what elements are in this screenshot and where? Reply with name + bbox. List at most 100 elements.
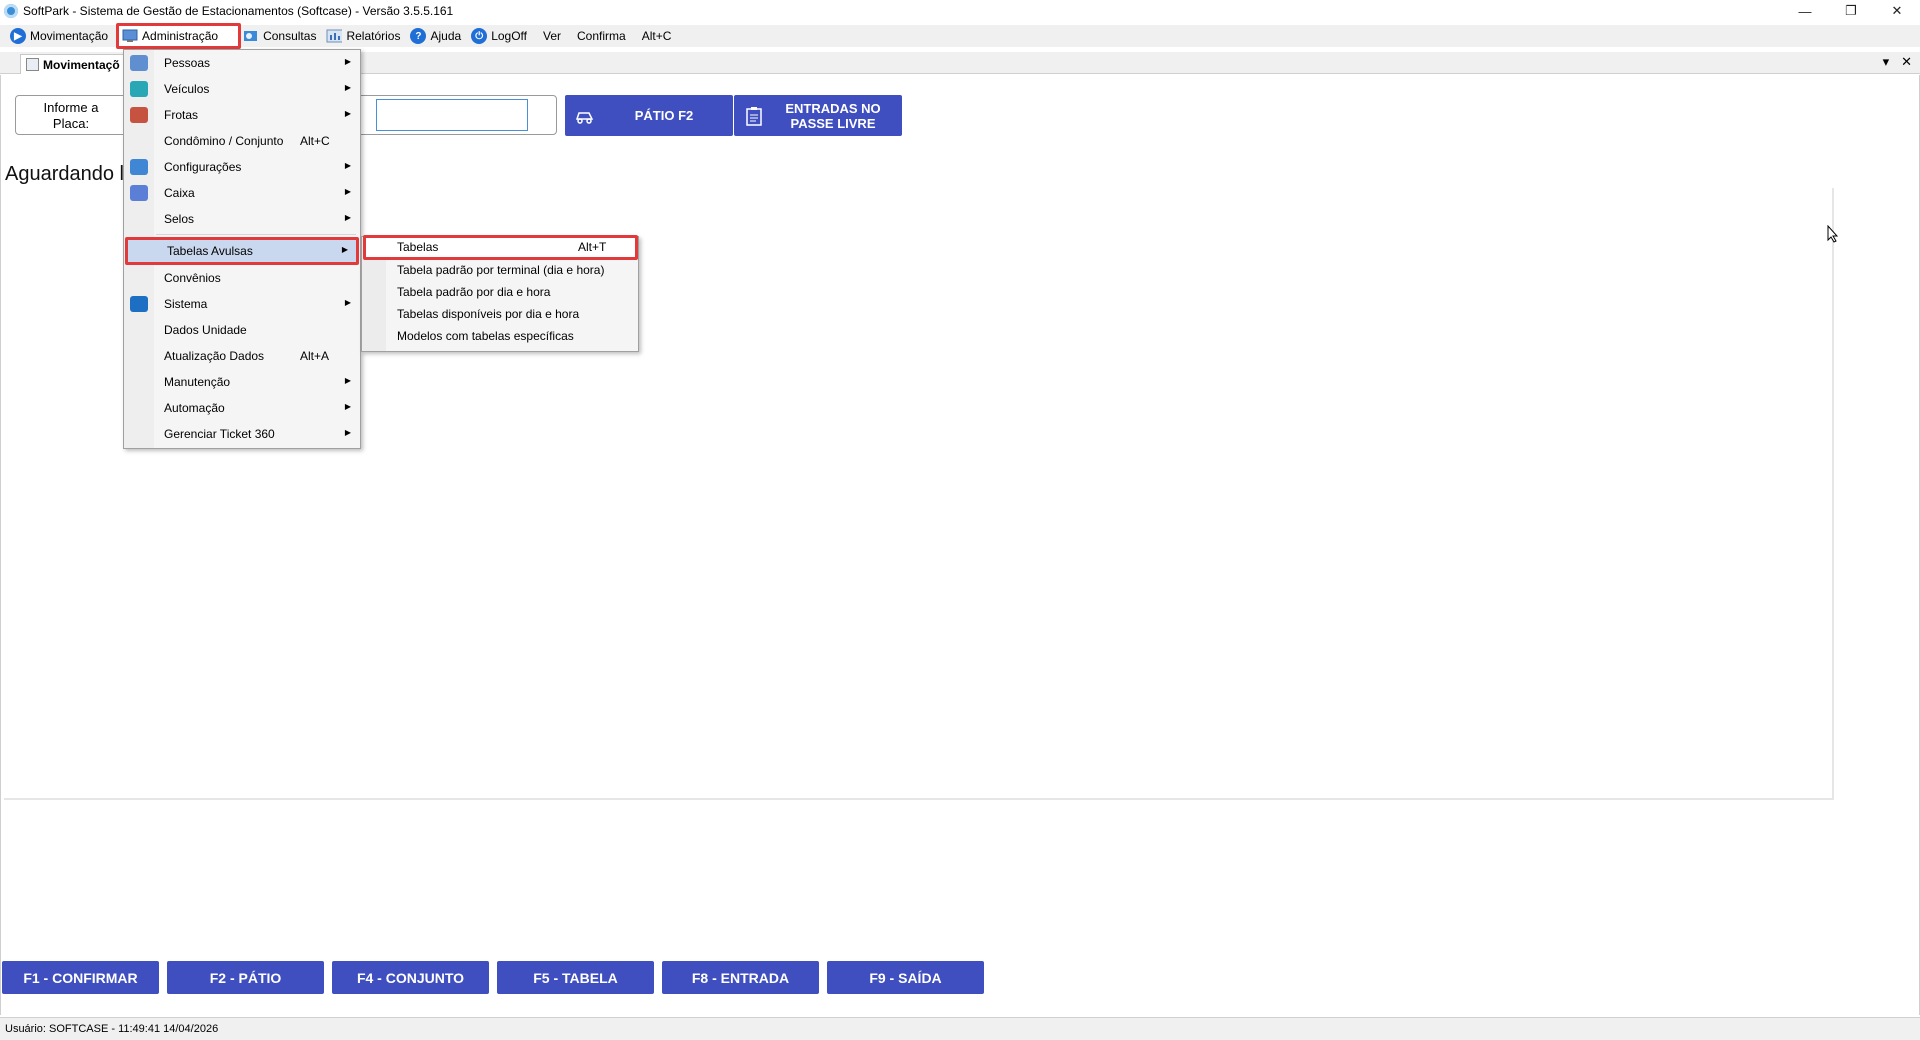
menu-item-label: Selos: [164, 212, 195, 226]
menu-item-configuracoes[interactable]: Configurações ▶: [125, 154, 359, 180]
play-icon: ▶: [10, 28, 26, 44]
menu-item-label: Pessoas: [164, 56, 211, 70]
submenu-arrow-icon: ▶: [344, 83, 351, 92]
submenu-item-tabela-terminal[interactable]: Tabela padrão por terminal (dia e hora): [363, 259, 638, 281]
submenu-item-tabelas[interactable]: Tabelas Alt+T: [363, 235, 638, 260]
menu-ajuda[interactable]: ? Ajuda: [408, 25, 469, 47]
clipboard-icon: [734, 106, 774, 126]
tab-movimentacao[interactable]: Movimentaçõ: [20, 54, 127, 74]
tab-controls: ▾ ✕: [1883, 54, 1912, 70]
patio-button-label: PÁTIO F2: [634, 108, 694, 123]
submenu-item-tabela-dia-hora[interactable]: Tabela padrão por dia e hora: [363, 281, 638, 303]
submenu-arrow-icon: ▶: [341, 245, 348, 254]
window-controls: — ❐ ✕: [1782, 0, 1920, 22]
menu-label: Movimentação: [30, 29, 109, 43]
menu-item-label: Automação: [164, 401, 225, 415]
menu-item-tabelas-avulsas[interactable]: Tabelas Avulsas ▶: [125, 237, 359, 265]
f8-entrada-button[interactable]: F8 - ENTRADA: [662, 961, 819, 994]
menu-item-condomino[interactable]: Condômino / Conjunto Alt+C: [125, 128, 359, 154]
admin-menu: Pessoas ▶ Veículos ▶ Frotas ▶ Condômino …: [123, 49, 361, 449]
passe-livre-button[interactable]: ENTRADAS NO PASSE LIVRE: [734, 95, 902, 136]
menu-consultas[interactable]: Consultas: [241, 25, 324, 47]
menu-item-gerenciar-ticket[interactable]: Gerenciar Ticket 360 ▶: [125, 421, 359, 447]
menu-label: Administração: [142, 29, 219, 43]
menu-item-selos[interactable]: Selos ▶: [125, 206, 359, 232]
menu-ver[interactable]: Ver: [535, 25, 569, 47]
restore-button[interactable]: ❐: [1828, 0, 1874, 22]
f5-tabela-button[interactable]: F5 - TABELA: [497, 961, 654, 994]
menu-relatorios[interactable]: Relatórios: [324, 25, 408, 47]
patio-button[interactable]: PÁTIO F2: [565, 95, 733, 136]
menu-item-frotas[interactable]: Frotas ▶: [125, 102, 359, 128]
menu-confirma[interactable]: Confirma: [569, 25, 634, 47]
waiting-text: Aguardando l: [5, 163, 124, 185]
menu-item-caixa[interactable]: Caixa ▶: [125, 180, 359, 206]
admin-icon: [122, 28, 138, 44]
monitor-icon: [130, 296, 148, 312]
gear-icon: [4, 4, 18, 18]
menu-item-label: Condômino / Conjunto: [164, 134, 284, 148]
menu-item-label: Configurações: [164, 160, 242, 174]
cashier-icon: [130, 185, 148, 201]
f9-saida-button[interactable]: F9 - SAÍDA: [827, 961, 984, 994]
passe-livre-button-label: ENTRADAS NO PASSE LIVRE: [785, 100, 881, 131]
submenu-item-modelos[interactable]: Modelos com tabelas específicas: [363, 325, 638, 347]
menu-item-label: Tabelas Avulsas: [167, 244, 253, 258]
menu-logoff[interactable]: ⏻ LogOff: [469, 25, 535, 47]
car-icon: [130, 81, 148, 97]
people-icon: [130, 55, 148, 71]
document-icon: [26, 58, 39, 71]
menu-item-label: Gerenciar Ticket 360: [164, 427, 275, 441]
menu-item-pessoas[interactable]: Pessoas ▶: [125, 50, 359, 76]
tab-dropdown-icon[interactable]: ▾: [1883, 54, 1890, 70]
menu-item-shortcut: Alt+C: [300, 134, 330, 148]
menu-item-veiculos[interactable]: Veículos ▶: [125, 76, 359, 102]
submenu-arrow-icon: ▶: [344, 213, 351, 222]
f4-conjunto-button[interactable]: F4 - CONJUNTO: [332, 961, 489, 994]
submenu-arrow-icon: ▶: [344, 187, 351, 196]
submenu-arrow-icon: ▶: [344, 376, 351, 385]
submenu-arrow-icon: ▶: [344, 428, 351, 437]
f2-patio-button[interactable]: F2 - PÁTIO: [167, 961, 324, 994]
menu-item-sistema[interactable]: Sistema ▶: [125, 291, 359, 317]
menu-item-manutencao[interactable]: Manutenção ▶: [125, 369, 359, 395]
menu-item-convenios[interactable]: Convênios: [125, 265, 359, 291]
status-bar: Usuário: SOFTCASE - 11:49:41 14/04/2026: [0, 1017, 1920, 1040]
plate-input[interactable]: [376, 99, 528, 131]
submenu-arrow-icon: ▶: [344, 402, 351, 411]
submenu-arrow-icon: ▶: [344, 298, 351, 307]
menu-item-automacao[interactable]: Automação ▶: [125, 395, 359, 421]
menu-item-label: Dados Unidade: [164, 323, 247, 337]
menu-item-dados-unidade[interactable]: Dados Unidade: [125, 317, 359, 343]
menu-item-shortcut: Alt+A: [300, 349, 330, 363]
menu-alt-c[interactable]: Alt+C: [634, 25, 680, 47]
submenu-item-label: Tabela padrão por terminal (dia e hora): [397, 263, 605, 277]
menu-label: Relatórios: [346, 29, 401, 43]
menu-item-label: Manutenção: [164, 375, 231, 389]
close-button[interactable]: ✕: [1874, 0, 1920, 22]
menu-administracao[interactable]: Administração: [116, 23, 242, 49]
mouse-cursor-icon: [1827, 225, 1839, 243]
menu-item-atualizacao-dados[interactable]: Atualização Dados Alt+A: [125, 343, 359, 369]
menu-item-label: Convênios: [164, 271, 221, 285]
submenu-item-label: Tabelas: [397, 240, 439, 254]
tab-close-icon[interactable]: ✕: [1901, 54, 1912, 70]
submenu-item-shortcut: Alt+T: [578, 240, 607, 254]
menu-label: Ajuda: [430, 29, 462, 43]
f1-confirmar-button[interactable]: F1 - CONFIRMAR: [2, 961, 159, 994]
menu-label: Alt+C: [641, 29, 672, 43]
submenu-item-label: Modelos com tabelas específicas: [397, 329, 574, 343]
menu-movimentacao[interactable]: ▶ Movimentação: [8, 25, 116, 47]
help-icon: ?: [410, 28, 427, 44]
minimize-button[interactable]: —: [1782, 0, 1828, 22]
tabelas-avulsas-submenu: Tabelas Alt+T Tabela padrão por terminal…: [361, 235, 639, 352]
menu-label: Consultas: [263, 29, 317, 43]
plate-label: Informe a Placa:: [43, 100, 99, 131]
wrench-icon: [130, 159, 148, 175]
menu-bar: ▶ Movimentação Administração Consultas R…: [0, 23, 1920, 49]
fleet-icon: [130, 107, 148, 123]
submenu-arrow-icon: ▶: [344, 57, 351, 66]
status-text: Usuário: SOFTCASE - 11:49:41 14/04/2026: [5, 1023, 219, 1035]
submenu-item-label: Tabelas disponíveis por dia e hora: [397, 307, 580, 321]
submenu-item-tabelas-disponiveis[interactable]: Tabelas disponíveis por dia e hora: [363, 303, 638, 325]
